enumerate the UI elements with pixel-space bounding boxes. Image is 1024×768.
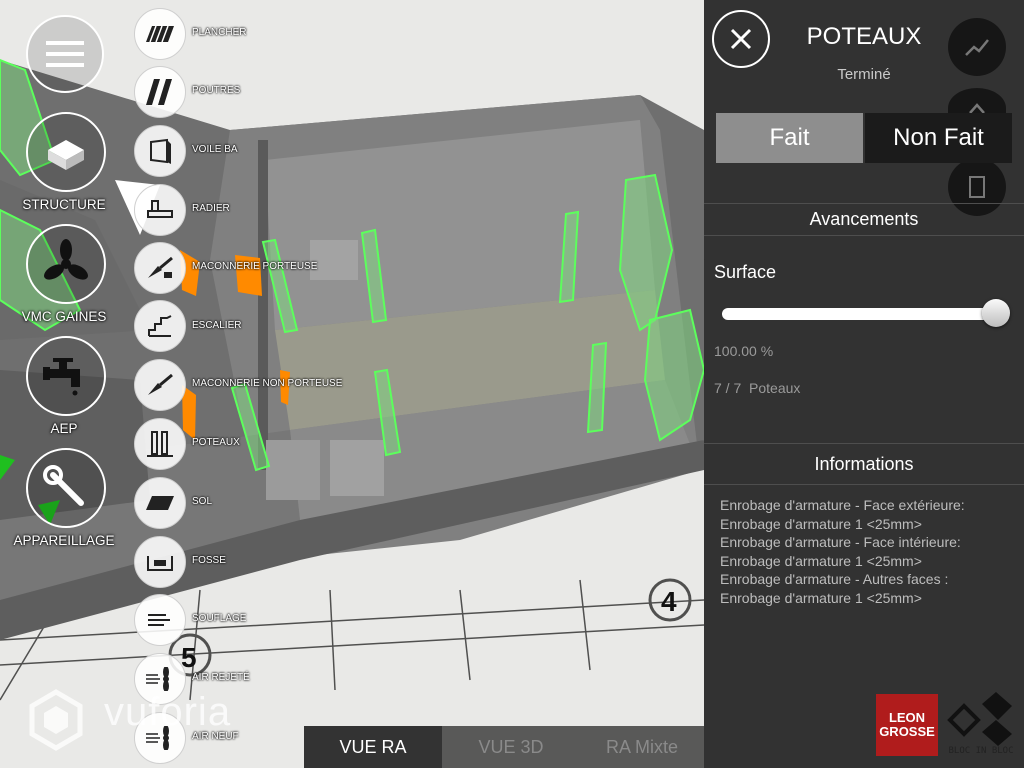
sub-item-souflage-button[interactable] [134,594,186,646]
blowing-icon [148,614,170,626]
document-icon [969,176,985,198]
sub-item-escalier-button[interactable] [134,300,186,352]
sub-item-label: VOILE BA [192,144,238,155]
info-text: Enrobage d'armature - Face extérieure: E… [720,496,1020,607]
hamburger-menu-button[interactable] [26,15,104,93]
sub-item-label: FOSSE [192,555,226,566]
sub-item-maconnerie-porteuse-button[interactable] [134,242,186,294]
sub-item-poutres-button[interactable] [134,66,186,118]
close-icon [730,28,752,50]
tab-vue-3d[interactable]: VUE 3D [442,726,580,768]
stairs-icon [148,315,172,337]
info-line: Enrobage d'armature 1 <25mm> [720,589,922,606]
category-label: AEP [50,421,78,436]
sub-item-label: POUTRES [192,85,241,96]
pit-icon [147,556,173,571]
sub-item-label: POTEAUX [192,437,240,448]
ground-icon [146,496,174,510]
sub-item-maconnerie-non-porteuse-button[interactable] [134,359,186,411]
sub-item-plancher-button[interactable] [134,8,186,60]
menu-icon [46,41,84,67]
raft-icon [147,200,173,218]
sub-item-label: ESCALIER [192,320,242,331]
floor-slab-icon [146,25,174,43]
sub-item-label: SOUFLAGE [192,613,247,624]
column-icon [147,431,173,457]
beam-icon [146,79,172,105]
surface-label: Surface [714,262,777,282]
info-header: Informations [814,454,914,474]
trend-chart-icon [965,39,989,56]
bloc-in-bloc-text: BLOC IN BLOC [948,746,1014,756]
category-label: APPAREILLAGE [13,533,115,548]
sub-item-label: RADIER [192,203,230,214]
surface-slider-handle[interactable] [982,299,1010,327]
trowel-icon [148,373,173,395]
info-line: Enrobage d'armature 1 <25mm> [720,515,922,532]
wall-icon [150,138,171,164]
tab-vue-ra[interactable]: VUE RA [304,726,442,768]
sub-item-sol-button[interactable] [134,477,186,529]
surface-slider-track[interactable] [722,308,1006,320]
category-vmc-gaines-button[interactable] [26,224,106,304]
details-panel: POTEAUX Terminé Fait Non Fait Avancement… [704,0,1024,768]
category-label: STRUCTURE [22,197,106,212]
sub-item-radier-button[interactable] [134,184,186,236]
wrench-icon [43,465,84,506]
toggle-fait-button[interactable]: Fait [716,113,863,163]
info-line: Enrobage d'armature - Face intérieure: [720,534,961,550]
divider [704,235,1024,236]
sub-item-label: MACONNERIE NON PORTEUSE [192,378,343,389]
category-appareillage-button[interactable] [26,448,106,528]
close-button[interactable] [712,10,770,68]
vuforia-watermark: vuforia [104,690,232,734]
panel-status: Terminé [837,66,891,83]
sub-item-fosse-button[interactable] [134,536,186,588]
category-structure-button[interactable] [26,112,106,192]
panel-title: POTEAUX [806,23,922,50]
tab-ra-mixte[interactable]: RA Mixte [580,726,704,768]
info-line: Enrobage d'armature - Autres faces : [720,571,949,587]
sub-item-label: PLANCHER [192,27,247,38]
category-label: VMC GAINES [21,309,107,324]
grid-label-4: 4 [661,586,677,617]
count-unit: Poteaux [749,380,801,396]
toggle-non-fait-button[interactable]: Non Fait [865,113,1012,163]
leon-grosse-logo: LEON GROSSE [876,694,938,756]
info-button[interactable] [948,158,1006,216]
divider [704,484,1024,485]
count-text: 7 / 7 [714,380,742,396]
sub-item-label: SOL [192,496,213,507]
divider [704,203,1024,204]
progress-header: Avancements [809,209,919,229]
sub-item-poteaux-button[interactable] [134,418,186,470]
count-value: 7 / 7 Poteaux [714,380,800,396]
trowel-icon [148,256,173,278]
chart-button[interactable] [948,18,1006,76]
sub-item-label: AIR REJETÉ [192,672,250,683]
faucet-icon [43,358,80,396]
divider [704,443,1024,444]
structure-icon [48,140,84,170]
sub-item-label: MACONNERIE PORTEUSE [192,261,318,272]
category-aep-button[interactable] [26,336,106,416]
info-line: Enrobage d'armature - Face extérieure: [720,497,965,513]
percent-value: 100.00 % [714,343,774,359]
sub-item-voile-ba-button[interactable] [134,125,186,177]
info-line: Enrobage d'armature 1 <25mm> [720,552,922,569]
fan-icon [44,239,88,280]
